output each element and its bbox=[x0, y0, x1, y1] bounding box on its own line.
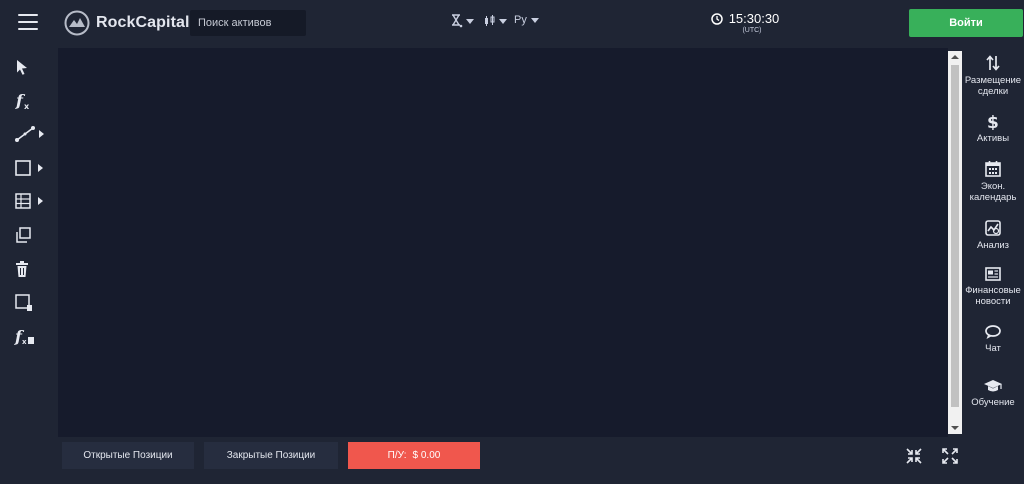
scroll-down-arrow-icon[interactable] bbox=[951, 426, 959, 430]
svg-text:x: x bbox=[22, 338, 27, 346]
chevron-down-icon bbox=[530, 17, 539, 23]
server-clock: 15:30:30 (UTC) bbox=[700, 11, 790, 34]
panel-item-label: Финансовые новости bbox=[965, 285, 1021, 307]
graduation-cap-icon bbox=[984, 380, 1002, 392]
delete-all-tool[interactable] bbox=[14, 256, 48, 282]
chart-canvas[interactable] bbox=[58, 48, 948, 437]
fibonacci-tool[interactable] bbox=[14, 188, 48, 214]
dollar-icon: $ bbox=[987, 113, 999, 130]
panel-item-label: Размещение сделки bbox=[964, 75, 1022, 97]
line-tool[interactable] bbox=[14, 121, 48, 147]
calendar-icon bbox=[985, 161, 1001, 177]
scroll-thumb[interactable] bbox=[951, 65, 959, 407]
chevron-down-icon bbox=[499, 18, 507, 24]
collapse-icon bbox=[906, 448, 922, 464]
clock-timezone: (UTC) bbox=[742, 27, 762, 34]
rectangle-icon bbox=[15, 160, 31, 176]
panel-item-label: Экон. календарь bbox=[969, 181, 1017, 203]
top-bar: RockCapital Ру 15:30:30 (UTC) Войти bbox=[0, 0, 1024, 48]
brand-name: RockCapital bbox=[96, 14, 190, 31]
panel-item-label: Анализ bbox=[976, 240, 1010, 251]
chevron-down-icon bbox=[466, 18, 474, 24]
chart-type-icon bbox=[485, 15, 495, 26]
collapse-button[interactable] bbox=[901, 443, 927, 469]
search-input[interactable] bbox=[190, 10, 306, 36]
cursor-icon bbox=[17, 60, 27, 75]
function-icon: f x bbox=[15, 91, 30, 111]
drawing-toolbar: f x f x bbox=[0, 48, 58, 484]
clone-tool[interactable] bbox=[14, 222, 48, 248]
chart-type-dropdown[interactable] bbox=[483, 14, 507, 28]
svg-text:$: $ bbox=[987, 113, 999, 130]
login-button[interactable]: Войти bbox=[909, 9, 1023, 37]
pnl-value: $ 0.00 bbox=[412, 450, 441, 461]
shape-tool[interactable] bbox=[14, 155, 48, 181]
panel-item-chat[interactable]: Чат bbox=[962, 324, 1024, 354]
positions-bar: Открытые Позиции Закрытые Позиции П/У: $… bbox=[58, 437, 962, 484]
panel-item-assets[interactable]: $ Активы bbox=[962, 112, 1024, 144]
clock-icon bbox=[710, 12, 723, 25]
tab-closed-positions[interactable]: Закрытые Позиции bbox=[204, 442, 338, 469]
pnl-label: П/У: bbox=[387, 450, 407, 461]
delete-indicator-icon: f x bbox=[14, 327, 34, 346]
tab-open-positions[interactable]: Открытые Позиции bbox=[62, 442, 194, 469]
clone-icon bbox=[16, 227, 31, 243]
panel-item-trade[interactable]: Размещение сделки bbox=[962, 54, 1024, 97]
panel-item-label: Чат bbox=[985, 343, 1001, 354]
submenu-arrow-icon bbox=[38, 197, 43, 205]
pnl-display: П/У: $ 0.00 bbox=[348, 442, 480, 469]
delete-drawings-tool[interactable] bbox=[14, 290, 48, 316]
submenu-arrow-icon bbox=[38, 164, 43, 172]
chat-icon bbox=[985, 325, 1001, 339]
delete-indicators-tool[interactable]: f x bbox=[14, 324, 48, 350]
logo-icon bbox=[64, 10, 90, 36]
right-panel: Размещение сделки $ Активы Экон. календа… bbox=[962, 48, 1024, 484]
panel-item-label: Активы bbox=[976, 133, 1010, 144]
panel-item-education[interactable]: Обучение bbox=[962, 378, 1024, 408]
clock-time: 15:30:30 bbox=[728, 11, 780, 26]
panel-item-calendar[interactable]: Экон. календарь bbox=[962, 160, 1024, 203]
language-label: Ру bbox=[514, 14, 527, 26]
indicator-tool[interactable]: f x bbox=[14, 88, 48, 114]
delete-drawing-icon bbox=[15, 294, 32, 311]
fullscreen-button[interactable] bbox=[937, 443, 963, 469]
scroll-up-arrow-icon[interactable] bbox=[951, 55, 959, 59]
newspaper-icon bbox=[985, 267, 1001, 281]
trash-icon bbox=[16, 261, 28, 277]
panel-item-label: Обучение bbox=[971, 397, 1015, 408]
grid-icon bbox=[15, 193, 31, 209]
logo[interactable]: RockCapital bbox=[64, 10, 190, 36]
line-tool-icon bbox=[15, 126, 35, 142]
panel-item-news[interactable]: Финансовые новости bbox=[962, 266, 1024, 307]
timeframe-dropdown[interactable] bbox=[450, 14, 474, 28]
arrows-updown-icon bbox=[986, 55, 1000, 71]
scrollbar[interactable] bbox=[948, 51, 962, 434]
expand-icon bbox=[942, 448, 958, 464]
menu-icon[interactable] bbox=[18, 14, 38, 30]
submenu-arrow-icon bbox=[39, 130, 44, 138]
analysis-icon bbox=[985, 220, 1001, 236]
panel-item-analysis[interactable]: Анализ bbox=[962, 219, 1024, 251]
language-dropdown[interactable]: Ру bbox=[514, 14, 539, 26]
timeframe-icon bbox=[452, 14, 463, 28]
cursor-tool[interactable] bbox=[14, 54, 48, 80]
svg-text:x: x bbox=[24, 102, 30, 111]
